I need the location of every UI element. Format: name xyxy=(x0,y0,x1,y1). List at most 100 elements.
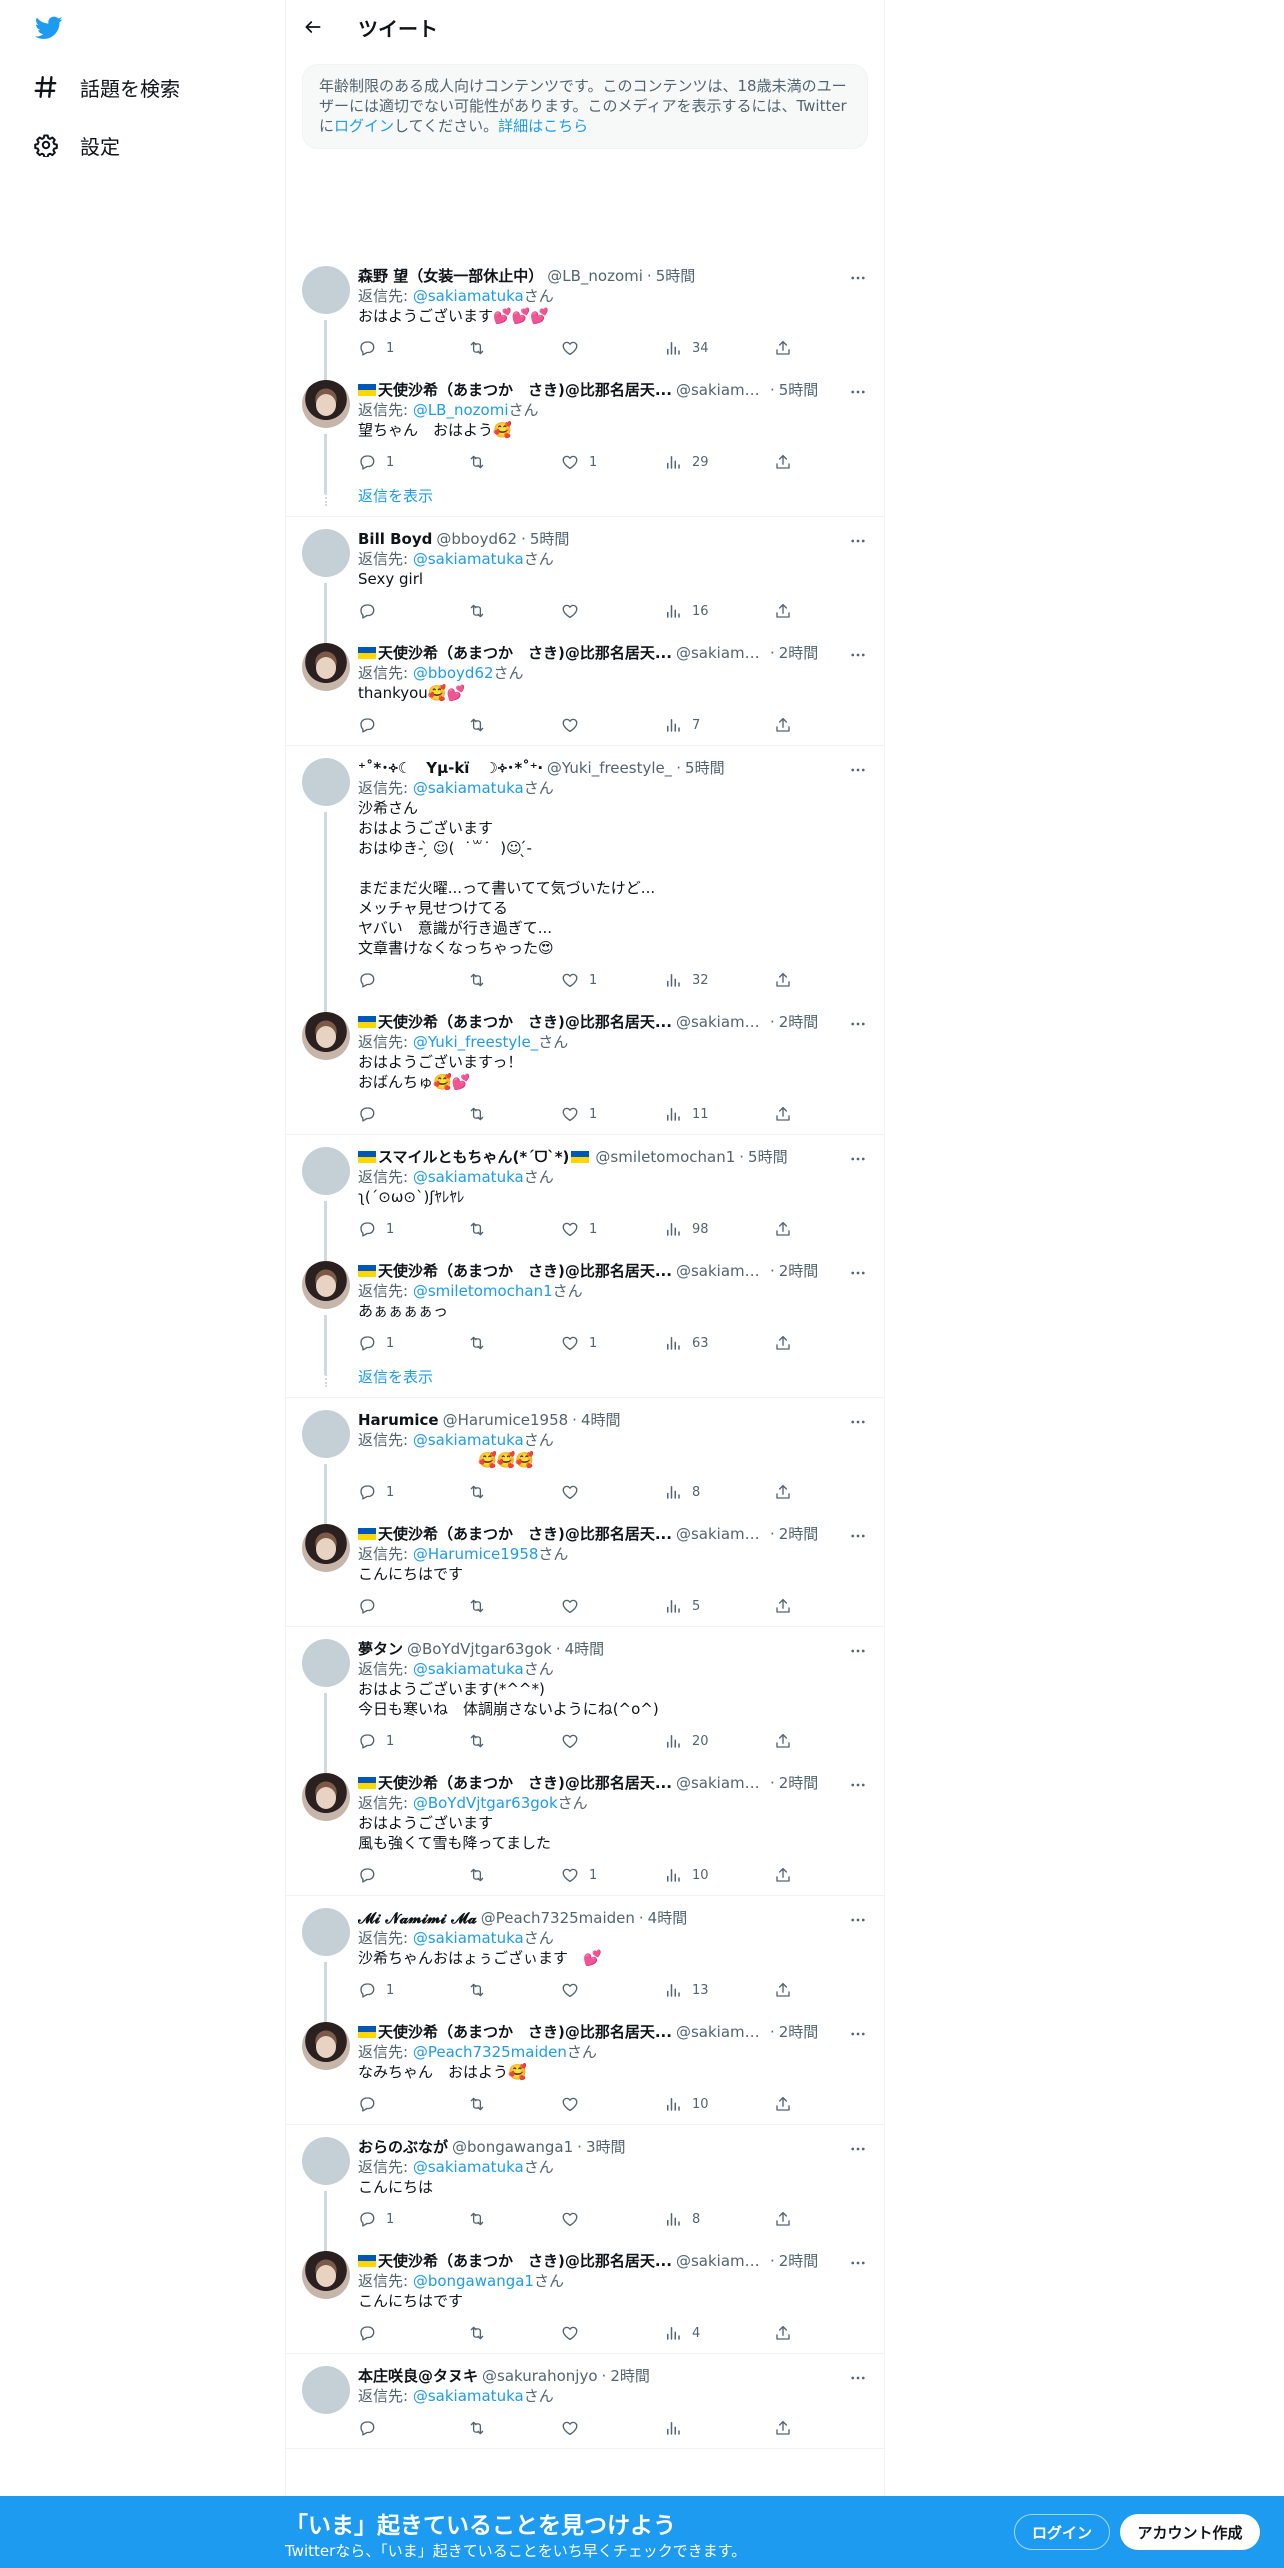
author-name[interactable]: 森野 望（女装一部休止中） xyxy=(358,266,543,286)
author-name[interactable]: 天使沙希（あまつか さき)@比那名居天... xyxy=(378,1012,672,1032)
share-button[interactable] xyxy=(774,1334,792,1352)
avatar[interactable] xyxy=(302,1773,350,1821)
share-button[interactable] xyxy=(774,971,792,989)
views-button[interactable]: 20 xyxy=(664,1732,774,1750)
tweet[interactable]: 天使沙希（あまつか さき)@比那名居天... @sakiamat... · 2時… xyxy=(286,2239,884,2353)
reply-button[interactable] xyxy=(358,2419,468,2437)
avatar[interactable] xyxy=(302,1261,350,1309)
tweet-time[interactable]: 2時間 xyxy=(610,2366,650,2386)
reply-to-link[interactable]: @Yuki_freestyle_ xyxy=(413,1033,538,1051)
login-link[interactable]: ログイン xyxy=(334,117,394,135)
show-replies[interactable]: 返信を表示 xyxy=(286,1363,884,1397)
tweet[interactable]: 天使沙希（あまつか さき)@比那名居天... @sakiamat... · 2時… xyxy=(286,1761,884,1895)
like-button[interactable]: 1 xyxy=(561,453,664,471)
reply-to-link[interactable]: @sakiamatuka xyxy=(413,2158,524,2176)
twitter-logo-icon[interactable] xyxy=(32,14,66,42)
tweet-time[interactable]: 5時間 xyxy=(656,266,696,286)
retweet-button[interactable] xyxy=(468,2324,561,2342)
retweet-button[interactable] xyxy=(468,2419,561,2437)
author-name[interactable]: 天使沙希（あまつか さき)@比那名居天... xyxy=(378,1261,672,1281)
tweet-time[interactable]: 2時間 xyxy=(779,1773,819,1793)
author-name[interactable]: Bill Boyd xyxy=(358,529,432,549)
back-arrow-icon[interactable] xyxy=(298,12,328,42)
like-button[interactable]: 1 xyxy=(561,1220,664,1238)
reply-button[interactable]: 1 xyxy=(358,1334,468,1352)
reply-button[interactable] xyxy=(358,1597,468,1615)
author-name[interactable]: 天使沙希（あまつか さき)@比那名居天... xyxy=(378,380,672,400)
share-button[interactable] xyxy=(774,2210,792,2228)
views-button[interactable]: 63 xyxy=(664,1334,774,1352)
share-button[interactable] xyxy=(774,1981,792,1999)
like-button[interactable]: 1 xyxy=(561,1334,664,1352)
author-handle[interactable]: @sakiamat... xyxy=(676,380,766,400)
share-button[interactable] xyxy=(774,1866,792,1884)
tweet[interactable]: 天使沙希（あまつか さき)@比那名居天... @sakiamat... · 2時… xyxy=(286,1512,884,1626)
more-options-icon[interactable] xyxy=(848,1910,868,1930)
tweet-time[interactable]: 5時間 xyxy=(530,529,570,549)
tweet[interactable]: 天使沙希（あまつか さき)@比那名居天... @sakiamat... · 2時… xyxy=(286,1249,884,1375)
avatar[interactable] xyxy=(302,1524,350,1572)
reply-to-link[interactable]: @bongawanga1 xyxy=(413,2272,534,2290)
tweet[interactable]: 森野 望（女装一部休止中） @LB_nozomi · 5時間 返信先: @sak… xyxy=(286,254,884,380)
like-button[interactable] xyxy=(561,602,664,620)
share-button[interactable] xyxy=(774,2419,792,2437)
views-button[interactable]: 34 xyxy=(664,339,774,357)
more-options-icon[interactable] xyxy=(848,760,868,780)
tweet-time[interactable]: 2時間 xyxy=(779,1012,819,1032)
retweet-button[interactable] xyxy=(468,453,561,471)
more-options-icon[interactable] xyxy=(848,645,868,665)
author-name[interactable]: Harumice xyxy=(358,1410,439,1430)
tweet-time[interactable]: 5時間 xyxy=(779,380,819,400)
like-button[interactable] xyxy=(561,2210,664,2228)
reply-to-link[interactable]: @LB_nozomi xyxy=(413,401,509,419)
tweet-time[interactable]: 2時間 xyxy=(779,643,819,663)
tweet-time[interactable]: 4時間 xyxy=(565,1639,605,1659)
like-button[interactable] xyxy=(561,1597,664,1615)
reply-to-link[interactable]: @sakiamatuka xyxy=(413,550,524,568)
retweet-button[interactable] xyxy=(468,1105,561,1123)
more-options-icon[interactable] xyxy=(848,1412,868,1432)
share-button[interactable] xyxy=(774,1220,792,1238)
author-handle[interactable]: @BoYdVjtgar63gok xyxy=(407,1639,552,1659)
like-button[interactable] xyxy=(561,2419,664,2437)
reply-button[interactable]: 1 xyxy=(358,1220,468,1238)
views-button[interactable]: 98 xyxy=(664,1220,774,1238)
tweet[interactable]: 夢タン @BoYdVjtgar63gok · 4時間 返信先: @sakiama… xyxy=(286,1627,884,1773)
tweet-time[interactable]: 3時間 xyxy=(586,2137,626,2157)
tweet-time[interactable]: 4時間 xyxy=(581,1410,621,1430)
retweet-button[interactable] xyxy=(468,971,561,989)
author-handle[interactable]: @LB_nozomi xyxy=(547,266,643,286)
more-options-icon[interactable] xyxy=(848,2024,868,2044)
tweet[interactable]: 𝓜𝓲 𝓝𝓪𝓶𝓲𝓶𝓲 𝓜𝓪 @Peach7325maiden · 4時間 返信先:… xyxy=(286,1896,884,2022)
show-replies-link[interactable]: 返信を表示 xyxy=(358,1367,433,1386)
views-button[interactable]: 10 xyxy=(664,1866,774,1884)
reply-button[interactable]: 1 xyxy=(358,2210,468,2228)
avatar[interactable] xyxy=(302,1147,350,1195)
author-handle[interactable]: @sakiamat... xyxy=(676,1012,766,1032)
retweet-button[interactable] xyxy=(468,1220,561,1238)
reply-to-link[interactable]: @smiletomochan1 xyxy=(413,1282,553,1300)
retweet-button[interactable] xyxy=(468,1597,561,1615)
more-options-icon[interactable] xyxy=(848,1526,868,1546)
like-button[interactable] xyxy=(561,1732,664,1750)
avatar[interactable] xyxy=(302,266,350,314)
views-button[interactable]: 8 xyxy=(664,1483,774,1501)
avatar[interactable] xyxy=(302,1908,350,1956)
tweet-time[interactable]: 2時間 xyxy=(779,1524,819,1544)
share-button[interactable] xyxy=(774,2095,792,2113)
show-replies-link[interactable]: 返信を表示 xyxy=(358,486,433,505)
author-handle[interactable]: @sakiamat... xyxy=(676,643,766,663)
retweet-button[interactable] xyxy=(468,1732,561,1750)
like-button[interactable] xyxy=(561,2324,664,2342)
reply-button[interactable] xyxy=(358,1105,468,1123)
views-button[interactable]: 11 xyxy=(664,1105,774,1123)
reply-to-link[interactable]: @Harumice1958 xyxy=(413,1545,539,1563)
author-handle[interactable]: @Yuki_freestyle_ xyxy=(547,758,672,778)
share-button[interactable] xyxy=(774,1483,792,1501)
like-button[interactable] xyxy=(561,1981,664,1999)
author-handle[interactable]: @sakiamat... xyxy=(676,1261,766,1281)
reply-button[interactable] xyxy=(358,602,468,620)
avatar[interactable] xyxy=(302,1639,350,1687)
retweet-button[interactable] xyxy=(468,339,561,357)
reply-to-link[interactable]: @sakiamatuka xyxy=(413,779,524,797)
